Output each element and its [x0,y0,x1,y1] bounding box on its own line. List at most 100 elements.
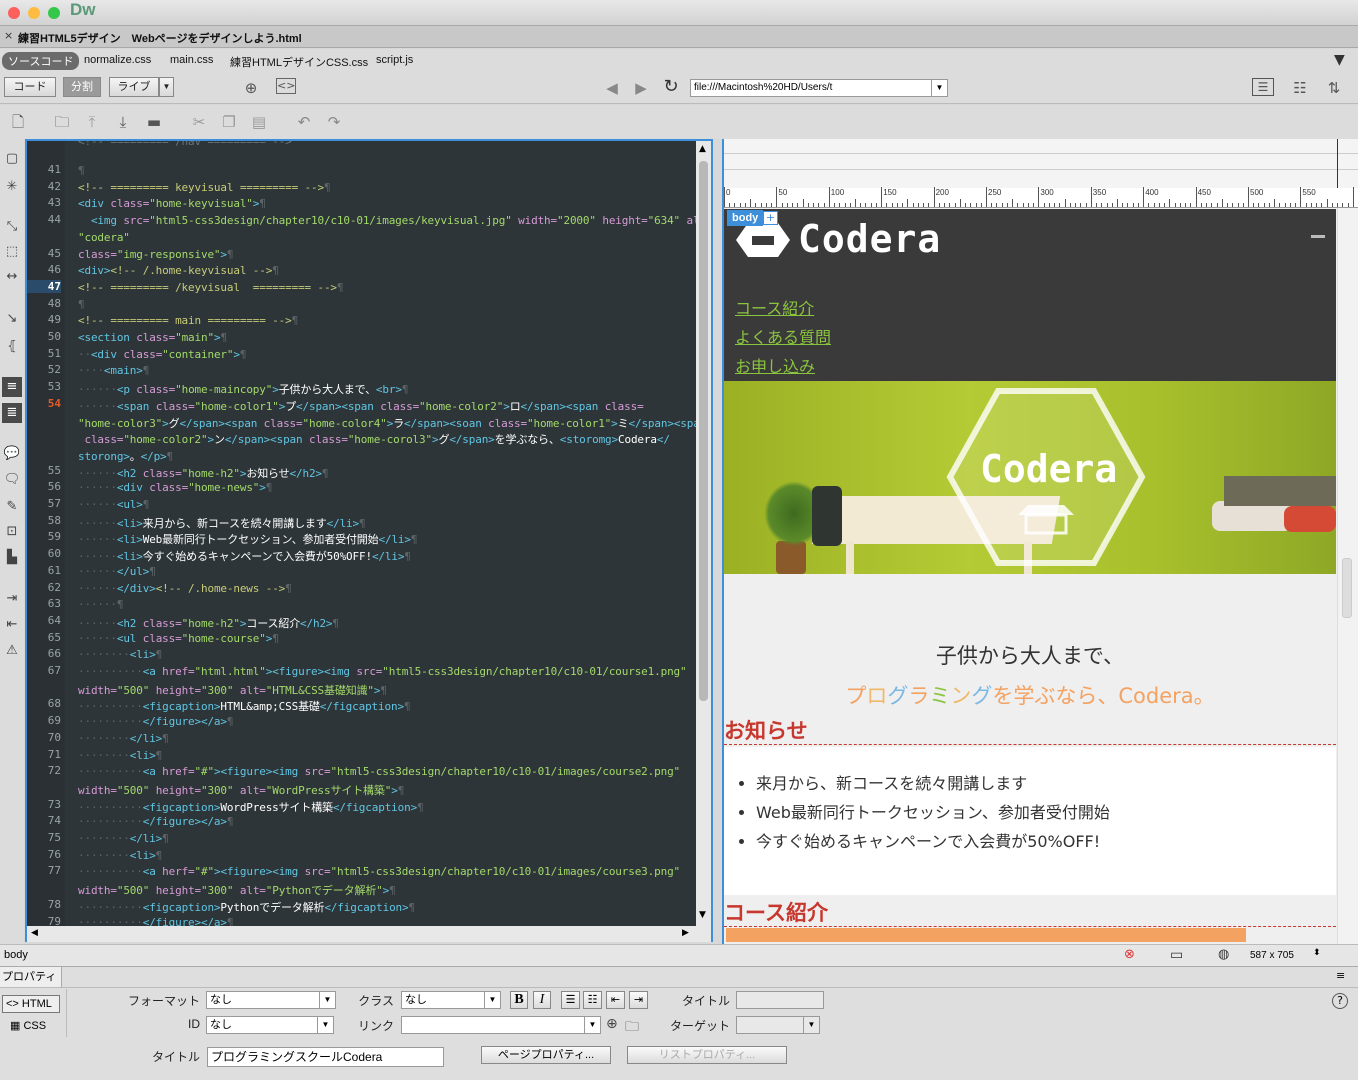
window-size-dropdown-icon[interactable]: ⬍ [1313,948,1321,958]
panel-menu-icon[interactable]: ≡ [1336,969,1345,982]
site-logo-text[interactable]: Codera [798,217,941,261]
word-wrap-icon[interactable]: ≣ [2,403,22,423]
code-line[interactable]: ······<li>来月から、新コースを続々開講します</li>¶ [78,515,366,531]
filter-icon[interactable]: ▼ [1334,52,1345,68]
open-folder-icon[interactable]: 🗀 [52,112,72,132]
code-line[interactable]: <!-- ========= /keyvisual ========= -->¶ [78,281,344,294]
code-line[interactable]: <img src="html5-css3design/chapter10/c10… [78,214,696,227]
code-line[interactable]: ··········</figure></a>¶ [78,815,234,828]
back-icon[interactable]: ◀ [602,78,622,98]
expand-all-icon[interactable]: ⬚ [2,242,22,262]
format-select[interactable]: なし ▼ [206,991,336,1009]
code-line[interactable]: ········<li>¶ [78,749,162,762]
code-line[interactable]: ¶ [78,164,85,177]
id-select[interactable]: なし ▼ [206,1016,334,1034]
code-line[interactable]: ········</li>¶ [78,732,169,745]
scroll-up-icon[interactable]: ▲ [699,144,706,154]
code-line[interactable]: ········<li>¶ [78,648,162,661]
nav-link-faq[interactable]: よくある質問 [735,324,831,348]
code-line[interactable]: ······<div class="home-news">¶ [78,481,272,494]
code-editor[interactable]: 41 42 43 44 45 46 47 48 49 50 51 52 53 54 55 56 57 58 59 60… [25,139,713,942]
properties-tab[interactable]: プロパティ [0,967,62,987]
list-properties-button[interactable]: リストプロパティ... [627,1046,787,1064]
code-line[interactable]: ····<main>¶ [78,364,149,377]
media-query-bar[interactable] [724,139,1358,188]
split-view-button[interactable]: 分割 [63,77,101,97]
remove-comment-icon[interactable]: 🗨 [2,470,22,490]
close-tab-icon[interactable]: × [4,29,13,42]
related-file-practice-css[interactable]: 練習HTMLデザインCSS.css [230,54,368,70]
code-line[interactable]: ··········<a herf="#"><figure><img src="… [78,865,680,878]
collapse-selection-icon[interactable]: ⤡ [2,217,22,237]
line-numbers-icon[interactable]: ⦃ [2,337,22,357]
upload-icon[interactable]: ⤒ [82,112,102,132]
outdent-icon[interactable]: ⇤ [2,615,22,635]
code-line[interactable]: ··<div class="container">¶ [78,348,247,361]
format-dropdown-icon[interactable]: ▼ [319,992,335,1008]
menu-toggle-icon[interactable] [1311,235,1325,238]
scroll-left-icon[interactable]: ◀ [31,928,38,938]
code-line[interactable]: ······<h2 class="home-h2">お知らせ</h2>¶ [78,465,329,481]
code-line[interactable]: width="500" height="300" alt="HTML&CSS基礎… [78,682,387,698]
live-preview[interactable]: 0 50 100 150 200 250 300 350 400 450 500 550 body +… [722,139,1358,944]
code-line[interactable]: ······<span class="home-color1">プ</span>… [78,398,644,414]
new-document-icon[interactable]: 🗋 [8,112,28,132]
html-mode-button[interactable]: <> HTML [2,995,60,1013]
scroll-right-icon[interactable]: ▶ [682,928,689,938]
italic-button[interactable]: I [533,991,551,1009]
balance-braces-icon[interactable]: ↘ [2,309,22,329]
related-file-source-code[interactable]: ソースコード [2,52,80,70]
help-icon[interactable]: ? [1332,993,1348,1009]
code-line[interactable]: ··········<figcaption>WordPressサイト構築</fi… [78,799,424,815]
copy-icon[interactable]: ❐ [219,112,239,132]
inspect-icon[interactable]: ⊕ [241,78,261,98]
code-line[interactable]: ······<li>Web最新同行トークセッション、参加者受付開始</li>¶ [78,531,418,547]
code-line[interactable]: width="500" height="300" alt="Pythonでデータ… [78,882,396,898]
sync-icon[interactable]: ⇅ [1323,78,1345,98]
live-view-button[interactable]: ライブ [109,77,159,97]
zoom-window-button[interactable] [48,7,60,19]
code-line[interactable]: ······<li>今すぐ始めるキャンペーンで入会費が50%OFF!</li>¶ [78,548,411,564]
code-line[interactable]: <section class="main">¶ [78,331,227,344]
link-input[interactable]: ▼ [401,1016,601,1034]
code-line[interactable]: ¶ [78,298,85,311]
code-line[interactable]: <!-- ========= main ========= -->¶ [78,314,298,327]
refresh-icon[interactable]: ↻ [661,77,681,97]
code-line[interactable]: ······<p class="home-maincopy">子供から大人まで、… [78,381,408,397]
code-line[interactable]: ··········</figure></a>¶ [78,715,234,728]
live-dropdown-icon[interactable]: ▼ [159,77,174,97]
code-navigator-icon[interactable]: <> [276,78,296,94]
wrap-tag-icon[interactable]: ✎ [2,497,22,517]
browse-folder-icon[interactable]: 🗀 [625,1016,639,1040]
code-line[interactable]: width="500" height="300" alt="WordPressサ… [78,782,404,798]
save-icon[interactable]: ⤓ [113,112,133,132]
code-line[interactable]: ······<ul class="home-course">¶ [78,632,279,645]
unordered-list-icon[interactable]: ☰ [561,991,580,1009]
address-dropdown-icon[interactable]: ▼ [931,80,947,96]
code-line[interactable]: ········</li>¶ [78,832,169,845]
select-parent-icon[interactable]: ↔ [2,267,22,287]
ordered-list-icon[interactable]: ☷ [583,991,602,1009]
code-line[interactable]: <div class="home-keyvisual">¶ [78,197,266,210]
class-dropdown-icon[interactable]: ▼ [484,992,500,1008]
document-title-input[interactable]: プログラミングスクールCodera [207,1047,444,1067]
code-line[interactable]: ··········</figure></a>¶ [78,916,234,927]
forward-icon[interactable]: ▶ [631,78,651,98]
id-dropdown-icon[interactable]: ▼ [317,1017,333,1033]
class-select[interactable]: なし ▼ [401,991,501,1009]
link-dropdown-icon[interactable]: ▼ [584,1017,600,1033]
bold-button[interactable]: B [510,991,528,1009]
target-dropdown-icon[interactable]: ▼ [803,1017,819,1033]
code-horizontal-scrollbar[interactable]: ◀ ▶ [27,926,711,942]
code-line[interactable]: ··········<a href="html.html"><figure><i… [78,665,687,678]
code-line[interactable]: ··········<figcaption>HTML&amp;CSS基礎</fi… [78,698,411,714]
code-line[interactable]: class="home-color2">ン</span><span class=… [78,431,669,447]
nav-link-course[interactable]: コース紹介 [735,295,814,319]
move-css-icon[interactable]: ▙ [2,548,22,568]
code-line[interactable]: ········<li>¶ [78,849,162,862]
code-line[interactable]: class="img-responsive">¶ [78,248,234,261]
window-size[interactable]: 587 x 705 [1250,950,1294,961]
file-management-icon[interactable]: ☷ [1289,78,1311,98]
undo-icon[interactable]: ↶ [294,112,314,132]
related-file-main-css[interactable]: main.css [170,54,213,66]
